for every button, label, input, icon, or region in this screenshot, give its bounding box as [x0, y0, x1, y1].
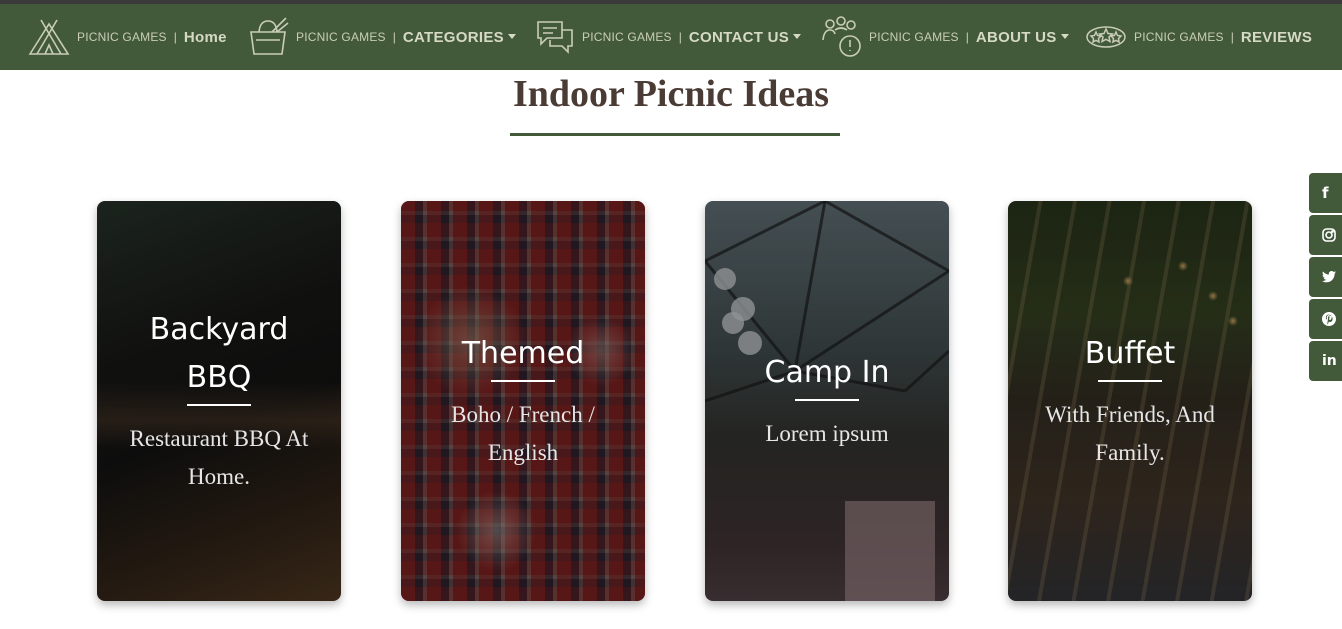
card-title: Buffet: [1084, 336, 1176, 371]
nav-brand: PICNIC GAMES: [869, 30, 959, 44]
chevron-down-icon[interactable]: [507, 33, 516, 39]
card-title-underline: [1098, 380, 1162, 382]
team-icon: [820, 16, 862, 58]
nav-contact-us[interactable]: PICNIC GAMES | CONTACT US: [535, 4, 802, 70]
card-content: Backyard BBQ Restaurant BBQ At Home.: [97, 201, 341, 601]
pinterest-button[interactable]: [1309, 299, 1342, 339]
card-content: Themed Boho / French / English: [401, 201, 645, 601]
pinterest-icon: [1322, 312, 1336, 326]
nav-reviews-label[interactable]: REVIEWS: [1241, 29, 1312, 46]
linkedin-icon: in: [1322, 353, 1337, 369]
chat-bubbles-icon: [535, 18, 575, 56]
basket-icon: [247, 16, 289, 58]
card-subtitle: With Friends, And Family.: [1045, 402, 1215, 465]
teepee-icon: [28, 18, 70, 56]
card-backyard-bbq[interactable]: Backyard BBQ Restaurant BBQ At Home.: [97, 201, 341, 601]
card-title-underline: [795, 399, 859, 401]
stars-icon: [1085, 24, 1127, 50]
card-buffet[interactable]: Buffet With Friends, And Family.: [1008, 201, 1252, 601]
card-subtitle: Restaurant BBQ At Home.: [129, 426, 309, 489]
card-title: Backyard BBQ: [149, 312, 289, 395]
title-underline: [510, 133, 840, 136]
main-navbar: PICNIC GAMES | Home PICNIC GAMES | CATEG…: [0, 4, 1342, 70]
nav-contact-label[interactable]: CONTACT US: [689, 29, 789, 46]
nav-brand: PICNIC GAMES: [582, 30, 672, 44]
card-themed[interactable]: Themed Boho / French / English: [401, 201, 645, 601]
instagram-icon: [1322, 228, 1336, 242]
nav-categories[interactable]: PICNIC GAMES | CATEGORIES: [247, 4, 516, 70]
twitter-button[interactable]: [1309, 257, 1342, 297]
nav-brand: PICNIC GAMES: [77, 30, 167, 44]
nav-separator: |: [173, 30, 177, 44]
chevron-down-icon[interactable]: [1060, 33, 1069, 39]
card-camp-in[interactable]: Camp In Lorem ipsum: [705, 201, 949, 601]
nav-brand: PICNIC GAMES: [1134, 30, 1224, 44]
card-subtitle: Lorem ipsum: [765, 421, 889, 446]
card-title-underline: [491, 380, 555, 382]
nav-brand: PICNIC GAMES: [296, 30, 386, 44]
card-title: Camp In: [764, 355, 890, 390]
card-content: Camp In Lorem ipsum: [705, 201, 949, 601]
nav-separator: |: [965, 30, 969, 44]
nav-home-label[interactable]: Home: [184, 29, 227, 46]
nav-categories-label[interactable]: CATEGORIES: [403, 29, 504, 46]
facebook-icon: f: [1322, 184, 1329, 202]
chevron-down-icon[interactable]: [793, 33, 802, 39]
card-subtitle: Boho / French / English: [451, 402, 595, 465]
nav-home[interactable]: PICNIC GAMES | Home: [28, 4, 227, 70]
nav-separator: |: [678, 30, 682, 44]
linkedin-button[interactable]: in: [1309, 341, 1342, 381]
nav-about-label[interactable]: ABOUT US: [976, 29, 1057, 46]
facebook-button[interactable]: f: [1309, 173, 1342, 213]
card-title-underline: [187, 404, 251, 406]
twitter-icon: [1322, 271, 1336, 283]
card-content: Buffet With Friends, And Family.: [1008, 201, 1252, 601]
nav-separator: |: [392, 30, 396, 44]
nav-about-us[interactable]: PICNIC GAMES | ABOUT US: [820, 4, 1069, 70]
nav-reviews[interactable]: PICNIC GAMES | REVIEWS: [1085, 4, 1312, 70]
section-title: Indoor Picnic Ideas: [512, 73, 829, 115]
instagram-button[interactable]: [1309, 215, 1342, 255]
nav-separator: |: [1230, 30, 1234, 44]
card-title: Themed: [461, 336, 585, 371]
